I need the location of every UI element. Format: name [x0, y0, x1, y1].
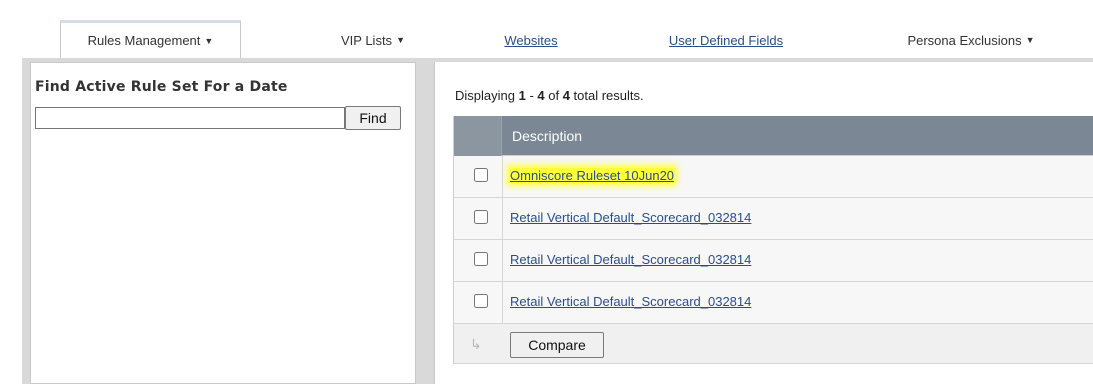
- table-row: Retail Vertical Default_Scorecard_032814: [454, 240, 1093, 282]
- row-checkbox[interactable]: [474, 252, 488, 266]
- summary-total: 4: [562, 88, 570, 103]
- rule-set-link[interactable]: Retail Vertical Default_Scorecard_032814: [510, 252, 751, 267]
- column-divider: [502, 240, 503, 282]
- tab-persona-exclusions[interactable]: Persona Exclusions ▼: [868, 22, 1074, 58]
- row-checkbox[interactable]: [474, 294, 488, 308]
- arrow-corner-icon: ↳: [470, 336, 482, 352]
- row-checkbox[interactable]: [474, 168, 488, 182]
- panel-title: Find Active Rule Set For a Date: [35, 79, 288, 95]
- find-button[interactable]: Find: [345, 106, 401, 130]
- tab-vip-lists[interactable]: VIP Lists ▼: [318, 22, 428, 58]
- table-row: Retail Vertical Default_Scorecard_032814: [454, 282, 1093, 324]
- table-row: Omniscore Ruleset 10Jun20: [454, 156, 1093, 198]
- grid-header: Description: [454, 116, 1093, 156]
- dropdown-arrow-icon: ▼: [396, 35, 405, 45]
- rule-set-link[interactable]: Omniscore Ruleset 10Jun20: [510, 168, 675, 183]
- dropdown-arrow-icon: ▼: [1025, 35, 1035, 45]
- results-summary: Displaying 1 - 4 of 4 total results.: [455, 88, 644, 103]
- results-grid: Description Omniscore Ruleset 10Jun20 Re…: [453, 116, 1093, 364]
- date-input[interactable]: [35, 107, 345, 129]
- summary-suffix: total results.: [569, 88, 644, 103]
- tab-label: VIP Lists: [341, 32, 393, 48]
- grid-footer: ↳ Compare: [454, 324, 1093, 364]
- summary-of: of: [544, 88, 563, 103]
- column-divider: [502, 282, 503, 324]
- column-divider: [502, 198, 503, 240]
- rule-set-link[interactable]: Retail Vertical Default_Scorecard_032814: [510, 294, 751, 309]
- summary-end: 4: [537, 88, 545, 103]
- tab-label[interactable]: User Defined Fields: [669, 33, 783, 48]
- summary-start: 1: [518, 88, 526, 103]
- summary-dash: -: [525, 88, 538, 103]
- top-nav: Rules Management ▼ VIP Lists ▼ Websites …: [0, 0, 1093, 58]
- tab-label[interactable]: Websites: [504, 33, 557, 48]
- select-column-header: [454, 116, 502, 156]
- compare-button[interactable]: Compare: [510, 332, 604, 358]
- description-column-header[interactable]: Description: [512, 116, 582, 156]
- tab-rules-management[interactable]: Rules Management ▼: [60, 20, 241, 58]
- tab-label: Persona Exclusions: [907, 32, 1022, 48]
- tab-user-defined-fields[interactable]: User Defined Fields: [636, 22, 816, 58]
- row-checkbox[interactable]: [474, 210, 488, 224]
- results-panel: Displaying 1 - 4 of 4 total results. Des…: [434, 62, 1093, 384]
- rule-set-link[interactable]: Retail Vertical Default_Scorecard_032814: [510, 210, 751, 225]
- table-row: Retail Vertical Default_Scorecard_032814: [454, 198, 1093, 240]
- dropdown-arrow-icon: ▼: [204, 35, 214, 46]
- tab-websites[interactable]: Websites: [486, 22, 576, 58]
- summary-prefix: Displaying: [455, 88, 519, 103]
- tab-label: Rules Management: [87, 33, 201, 48]
- column-divider: [502, 156, 503, 198]
- find-rule-set-panel: Find Active Rule Set For a Date Find: [30, 62, 416, 384]
